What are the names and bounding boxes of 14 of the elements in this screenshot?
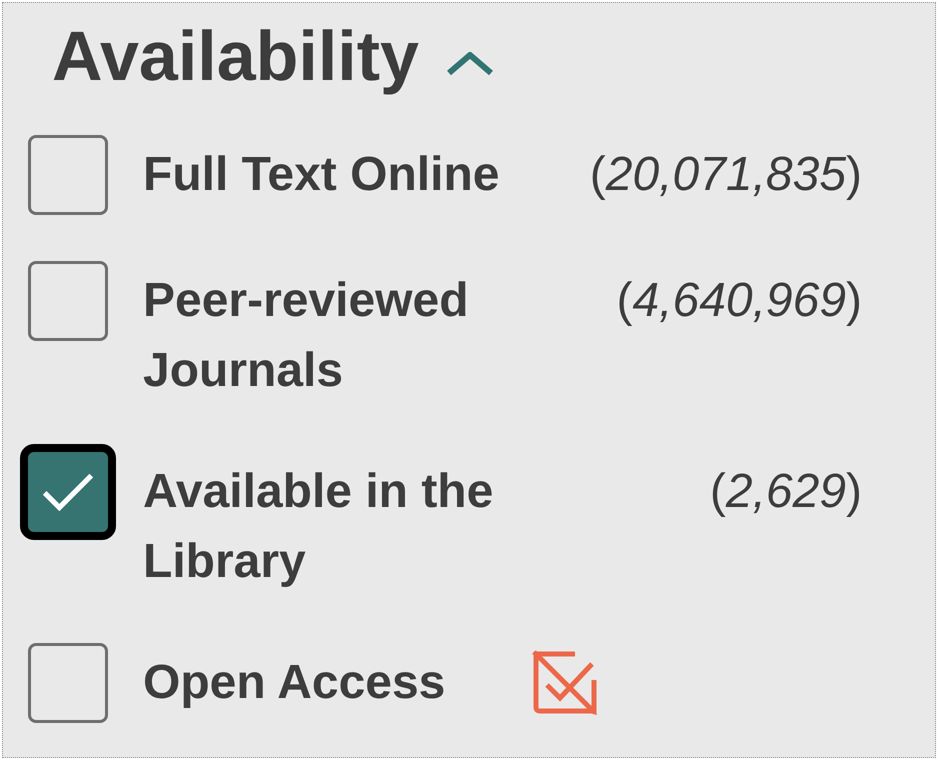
checkbox[interactable] <box>20 444 116 540</box>
checkbox[interactable] <box>28 135 108 215</box>
checkbox[interactable] <box>28 261 108 341</box>
option-label[interactable]: Full Text Online <box>143 140 500 210</box>
chevron-up-icon <box>446 52 494 76</box>
checkmark-icon <box>42 473 94 511</box>
result-count: (4,640,969) <box>615 273 862 329</box>
option-label[interactable]: Peer-reviewed Journals <box>143 266 543 406</box>
result-count: (20,071,835) <box>588 147 862 203</box>
checkbox[interactable] <box>28 643 108 723</box>
option-label[interactable]: Open Access <box>143 648 446 718</box>
checked-box-arrow-icon <box>532 650 598 716</box>
option-label[interactable]: Available in the Library <box>143 457 543 597</box>
result-count: (2,629) <box>708 464 862 520</box>
